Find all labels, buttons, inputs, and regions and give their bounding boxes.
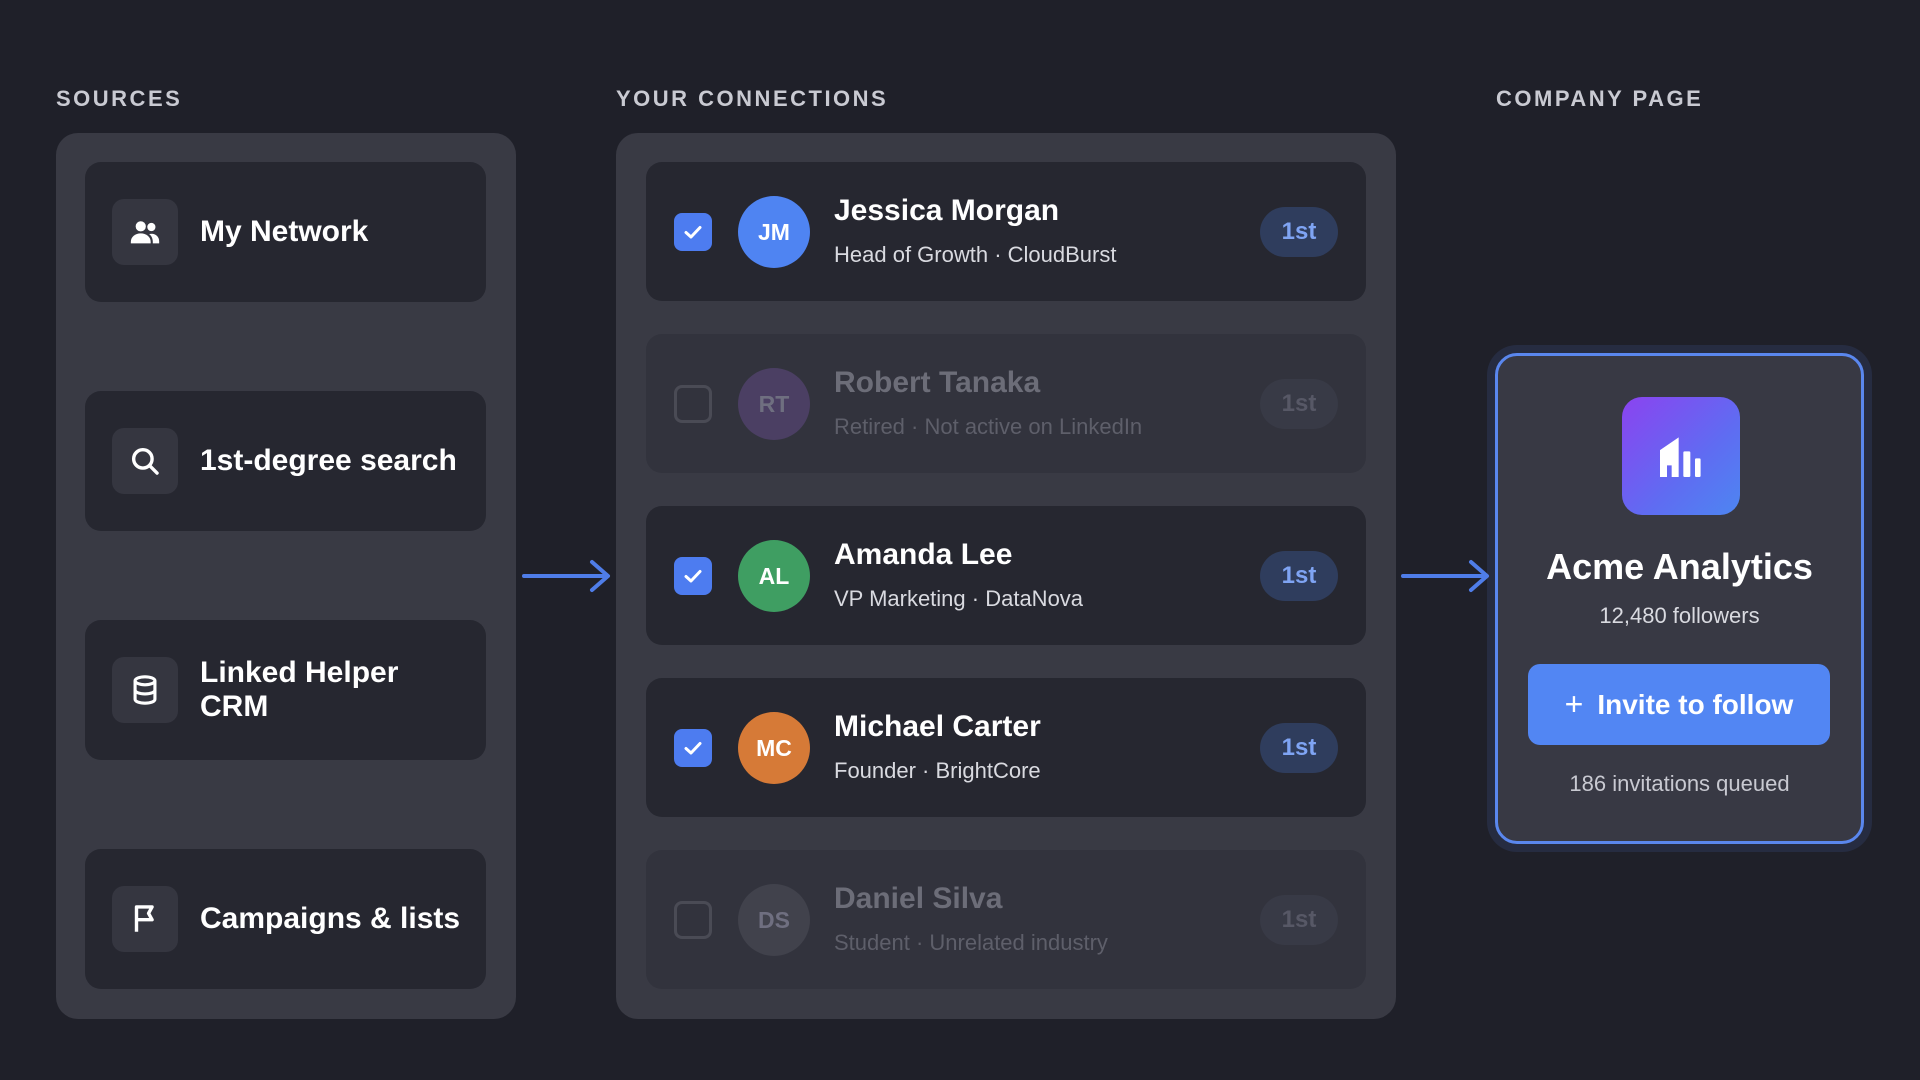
invite-to-follow-button[interactable]: + Invite to follow [1528,664,1830,745]
connections-panel: JM Jessica Morgan Head of Growth · Cloud… [616,133,1396,1019]
check-icon [684,226,702,239]
connection-name: Michael Carter [834,710,1041,743]
connection-row-jessica-morgan[interactable]: JM Jessica Morgan Head of Growth · Cloud… [646,162,1366,301]
avatar: MC [738,712,810,784]
company-name: Acme Analytics [1546,546,1813,587]
connection-name: Jessica Morgan [834,194,1060,227]
connection-name: Daniel Silva [834,882,1003,915]
people-icon [112,199,178,265]
company-heading: COMPANY PAGE [1496,86,1704,111]
check-icon [684,570,702,583]
degree-badge: 1st [1260,379,1338,429]
invite-button-label: Invite to follow [1597,688,1794,720]
source-campaigns-lists[interactable]: Campaigns & lists [85,849,486,989]
connections-heading: YOUR CONNECTIONS [616,86,889,111]
plus-icon: + [1564,686,1584,722]
building-icon [1660,437,1701,477]
source-linked-helper-crm[interactable]: Linked Helper CRM [85,620,486,760]
degree-badge: 1st [1260,207,1338,257]
source-my-network[interactable]: My Network [85,162,486,302]
source-label: 1st-degree search [200,444,457,477]
checkbox-unchecked[interactable] [674,901,712,939]
source-label: Linked Helper CRM [200,656,399,723]
flow-diagram: SOURCES YOUR CONNECTIONS COMPANY PAGE My… [0,0,1920,1080]
connection-name: Amanda Lee [834,538,1013,571]
arrow-right-icon [1401,560,1489,592]
database-icon [112,657,178,723]
company-logo [1622,397,1740,515]
connection-subtitle: Retired · Not active on LinkedIn [834,414,1143,439]
arrow-right-icon [522,560,610,592]
check-icon [684,742,702,755]
checkbox-checked[interactable] [674,557,712,595]
connection-row-daniel-silva[interactable]: DS Daniel Silva Student · Unrelated indu… [646,850,1366,989]
source-label: Campaigns & lists [200,902,461,935]
checkbox-checked[interactable] [674,729,712,767]
avatar: AL [738,540,810,612]
company-page-card: Acme Analytics 12,480 followers + Invite… [1495,353,1864,844]
avatar: RT [738,368,810,440]
degree-badge: 1st [1260,551,1338,601]
source-1st-degree-search[interactable]: 1st-degree search [85,391,486,531]
connection-row-amanda-lee[interactable]: AL Amanda Lee VP Marketing · DataNova 1s… [646,506,1366,645]
checkbox-unchecked[interactable] [674,385,712,423]
connection-row-michael-carter[interactable]: MC Michael Carter Founder · BrightCore 1… [646,678,1366,817]
sources-panel: My Network 1st-degree search Linked Help… [56,133,516,1019]
checkbox-checked[interactable] [674,213,712,251]
degree-badge: 1st [1260,723,1338,773]
source-label: My Network [200,215,369,248]
connection-name: Robert Tanaka [834,366,1041,399]
follower-count: 12,480 followers [1599,603,1760,628]
sources-heading: SOURCES [56,86,183,111]
avatar: DS [738,884,810,956]
connection-subtitle: Head of Growth · CloudBurst [834,242,1117,267]
connection-subtitle: Founder · BrightCore [834,758,1041,783]
degree-badge: 1st [1260,895,1338,945]
invitations-queued: 186 invitations queued [1569,771,1790,796]
connection-subtitle: Student · Unrelated industry [834,930,1108,955]
connection-subtitle: VP Marketing · DataNova [834,586,1084,611]
avatar: JM [738,196,810,268]
flag-icon [112,886,178,952]
connection-row-robert-tanaka[interactable]: RT Robert Tanaka Retired · Not active on… [646,334,1366,473]
search-icon [112,428,178,494]
